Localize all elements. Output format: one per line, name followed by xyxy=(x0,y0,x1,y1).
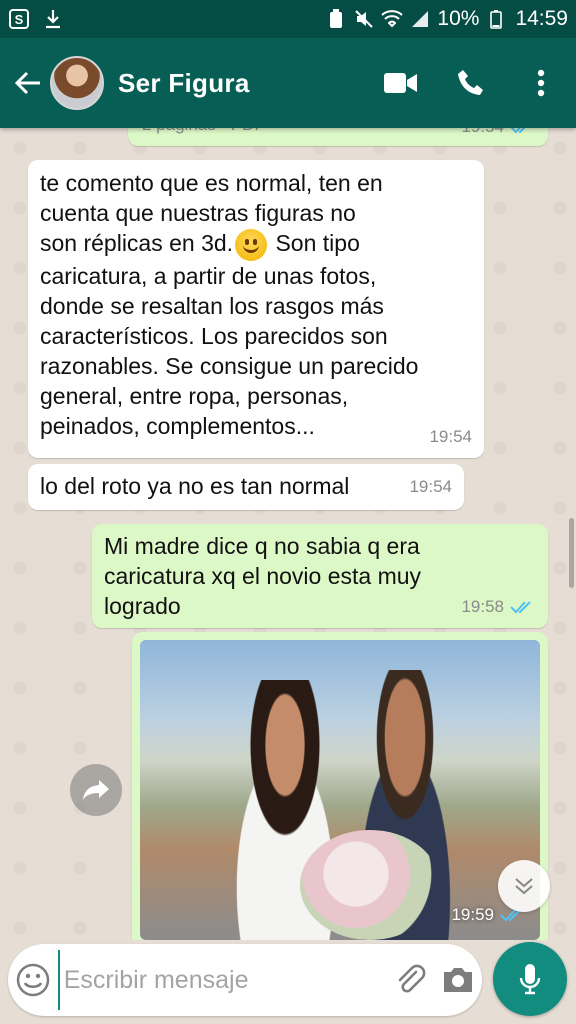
video-call-icon xyxy=(384,73,417,93)
message-text: lo del roto ya no es tan normal xyxy=(40,473,350,499)
back-arrow-icon xyxy=(14,71,40,95)
attach-icon xyxy=(398,964,426,993)
download-icon xyxy=(42,8,64,30)
avatar[interactable] xyxy=(50,56,104,110)
chat-header: Ser Figura xyxy=(0,38,576,128)
forward-button[interactable] xyxy=(70,764,122,816)
svg-text:S: S xyxy=(15,12,24,27)
read-ticks-icon xyxy=(510,601,531,614)
voice-message-button[interactable] xyxy=(493,942,567,1016)
battery-icon xyxy=(485,8,507,30)
mic-icon xyxy=(519,964,541,995)
smiling-face-emoji-icon xyxy=(235,228,268,261)
attach-button[interactable] xyxy=(386,944,434,1016)
scroll-down-icon xyxy=(515,878,533,895)
message-bubble-document[interactable]: 2 páginas · PDF 19:54 xyxy=(128,128,548,146)
signal-icon xyxy=(409,8,431,30)
status-bar: S 10% 14:59 xyxy=(0,0,576,38)
photo-bouquet xyxy=(300,830,440,940)
message-time: 19:59 xyxy=(451,905,494,924)
mute-icon xyxy=(353,8,375,30)
message-text-continued: Son tipo caricatura, a partir de unas fo… xyxy=(40,230,419,439)
scrollbar[interactable] xyxy=(569,518,574,588)
chat-area[interactable]: 2 páginas · PDF 19:54 te comento que es … xyxy=(0,128,576,940)
message-bubble-outgoing[interactable]: Mi madre dice q no sabia q era caricatur… xyxy=(92,524,548,628)
document-info: 2 páginas · PDF xyxy=(142,128,265,140)
phone-icon xyxy=(458,70,483,95)
battery-level: 10% xyxy=(437,7,480,30)
forward-icon xyxy=(83,780,109,800)
message-time: 19:54 xyxy=(429,427,472,446)
skype-notification-icon: S xyxy=(8,8,30,30)
message-bubble-photo[interactable]: 19:59 xyxy=(132,632,548,940)
scroll-to-bottom-button[interactable] xyxy=(498,860,550,912)
back-button[interactable] xyxy=(6,53,50,113)
message-bubble-incoming[interactable]: te comento que es normal, ten en cuenta … xyxy=(28,160,484,458)
clock: 14:59 xyxy=(515,7,568,30)
message-time: 19:54 xyxy=(461,128,504,142)
camera-button[interactable] xyxy=(434,944,482,1016)
more-vert-icon xyxy=(537,69,545,97)
message-time: 19:58 xyxy=(461,597,504,616)
compose-bar xyxy=(8,944,482,1016)
video-call-button[interactable] xyxy=(366,53,436,113)
wedding-photo[interactable]: 19:59 xyxy=(140,640,540,940)
read-ticks-icon xyxy=(510,128,526,134)
message-bubble-incoming[interactable]: lo del roto ya no es tan normal 19:54 xyxy=(28,464,464,510)
wifi-icon xyxy=(381,8,404,30)
contact-name[interactable]: Ser Figura xyxy=(118,68,250,99)
message-time: 19:54 xyxy=(409,477,452,496)
camera-icon xyxy=(443,968,472,992)
voice-call-button[interactable] xyxy=(436,53,506,113)
message-input[interactable] xyxy=(57,950,386,1010)
emoji-icon xyxy=(16,963,50,997)
battery-saver-icon xyxy=(325,8,347,30)
more-options-button[interactable] xyxy=(506,53,576,113)
emoji-button[interactable] xyxy=(8,944,58,1016)
